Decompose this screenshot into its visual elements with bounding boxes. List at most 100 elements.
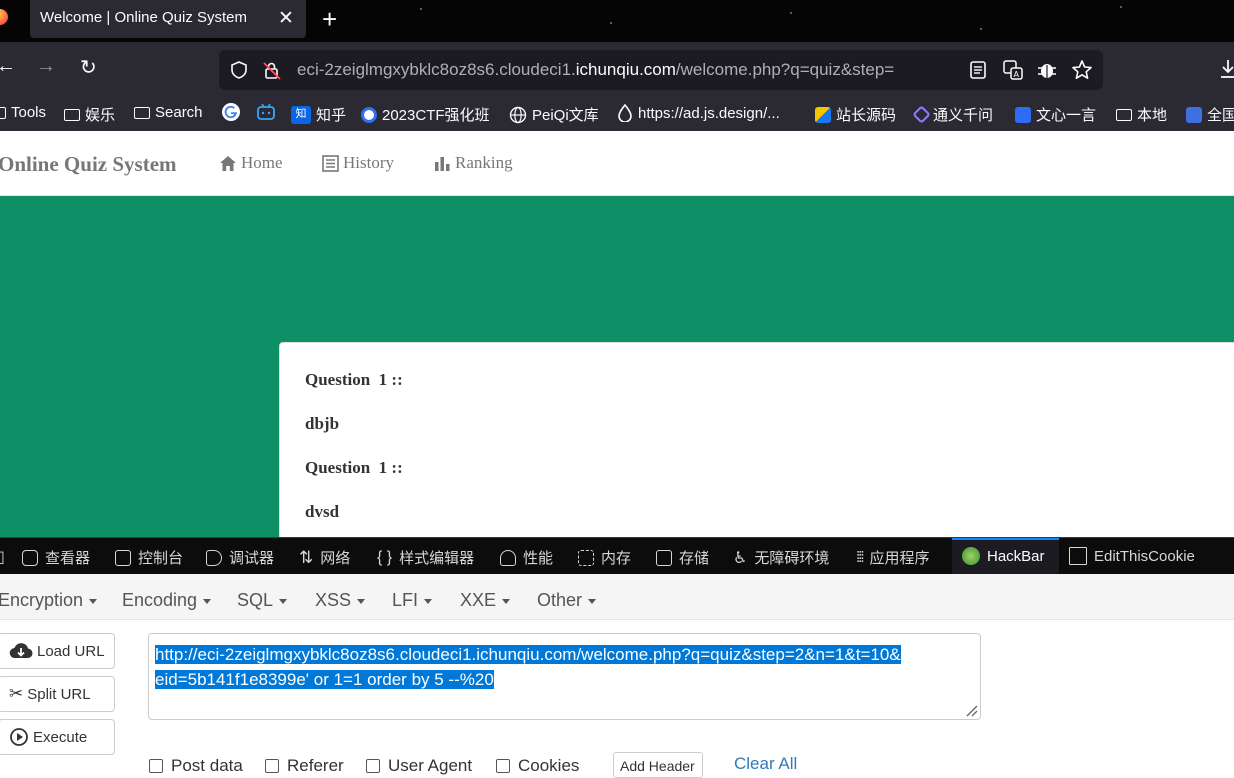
scissors-icon: ✂ (9, 684, 24, 703)
post-data-checkbox[interactable]: Post data (149, 756, 243, 776)
bookmarks-toolbar: Tools 娱乐 Search 知知乎 2023CTF强化班 PeiQi文库 h… (0, 94, 1234, 131)
accessibility-icon: ♿ (733, 549, 748, 567)
tab-title: Welcome | Online Quiz System (40, 9, 248, 26)
google-icon (222, 103, 240, 121)
bookmark-peiqi[interactable]: PeiQi文库 (509, 104, 599, 125)
menu-label: LFI (392, 590, 419, 610)
bookmark-quanguo[interactable]: 全国 (1186, 104, 1234, 125)
resize-handle-icon[interactable] (964, 703, 978, 717)
bookmark-google[interactable] (221, 102, 241, 122)
question-panel (279, 342, 1234, 552)
tab-memory[interactable]: 内存 (578, 547, 631, 568)
tab-network[interactable]: ⇅ 网络 (299, 547, 350, 568)
tab-label: 内存 (601, 550, 632, 567)
bug-icon[interactable] (1036, 59, 1058, 81)
list-icon (322, 154, 339, 172)
tongyi-icon (912, 105, 931, 124)
bookmark-tongyi[interactable]: 通义千问 (912, 104, 993, 125)
new-tab-icon[interactable]: + (322, 4, 337, 35)
caret-down-icon (502, 598, 511, 604)
question-text: dvsd (305, 502, 340, 521)
baidu-icon (361, 106, 377, 123)
bookmark-wenxin[interactable]: 文心一言 (1015, 104, 1096, 125)
devtools-toolbar: ▯ 查看器 控制台 调试器 ⇅ 网络 { } 样式编辑器 性能 内存 存储 ♿ 无障碍… (0, 537, 1234, 575)
cookie-icon (1069, 547, 1087, 565)
shield-icon[interactable] (230, 61, 248, 79)
tab-inspector[interactable]: 查看器 (22, 547, 90, 568)
nav-home[interactable]: Home (219, 153, 283, 173)
menu-encryption[interactable]: Encryption (0, 590, 98, 611)
checkbox-label: Post data (171, 756, 243, 775)
site-navbar: Online Quiz System Home History Ranking (0, 131, 1234, 196)
tab-hackbar[interactable]: HackBar (962, 547, 1045, 565)
pick-element-icon[interactable]: ▯ (0, 547, 5, 567)
reload-icon[interactable]: ↻ (80, 55, 97, 80)
url-domain: ichunqiu.com (575, 60, 676, 79)
menu-xxe[interactable]: XXE (460, 590, 511, 611)
site-brand[interactable]: Online Quiz System (0, 152, 177, 177)
download-icon[interactable] (1218, 58, 1234, 80)
bookmark-local[interactable]: 本地 (1116, 104, 1167, 125)
url-text[interactable]: eci-2zeiglmgxybklc8oz8s6.cloudeci1.ichun… (297, 60, 957, 80)
back-arrow-icon[interactable]: ← (0, 55, 16, 78)
tab-storage[interactable]: 存储 (656, 547, 709, 568)
add-header-button[interactable]: Add Header (613, 752, 703, 778)
nav-history[interactable]: History (322, 153, 394, 173)
bookmark-search[interactable]: Search (134, 104, 203, 121)
caret-down-icon (357, 598, 366, 604)
url-bar[interactable]: eci-2zeiglmgxybklc8oz8s6.cloudeci1.ichun… (219, 50, 1103, 90)
menu-xss[interactable]: XSS (315, 590, 366, 611)
url-line: http://eci-2zeiglmgxybklc8oz8s6.cloudeci… (155, 645, 901, 664)
menu-lfi[interactable]: LFI (392, 590, 433, 611)
tab-application[interactable]: ⁞⁞⁞ 应用程序 (856, 547, 930, 568)
site-icon (815, 106, 831, 123)
user-agent-checkbox[interactable]: User Agent (366, 756, 472, 776)
menu-label: XXE (460, 590, 497, 610)
clear-all-link[interactable]: Clear All (734, 754, 797, 774)
bookmark-2023ctf[interactable]: 2023CTF强化班 (361, 104, 490, 125)
bookmark-zhanzhang[interactable]: 站长源码 (815, 104, 896, 125)
load-url-button[interactable]: Load URL (0, 633, 115, 669)
tab-performance[interactable]: 性能 (500, 547, 553, 568)
network-icon: ⇅ (299, 547, 314, 567)
menu-sql[interactable]: SQL (237, 590, 288, 611)
bookmark-zhihu[interactable]: 知知乎 (291, 104, 346, 125)
nav-ranking[interactable]: Ranking (434, 153, 513, 173)
tab-accessibility[interactable]: ♿ 无障碍环境 (733, 547, 829, 568)
bookmark-ad-js-design[interactable]: https://ad.js.design/... (617, 104, 780, 122)
tab-editthiscookie[interactable]: EditThisCookie (1069, 547, 1195, 565)
checkbox-label: Cookies (518, 756, 580, 775)
tab-debugger[interactable]: 调试器 (206, 547, 274, 568)
caret-down-icon (203, 598, 212, 604)
caret-down-icon (89, 598, 98, 604)
tab-label: 样式编辑器 (399, 550, 475, 567)
execute-button[interactable]: Execute (0, 719, 115, 755)
reader-view-icon[interactable] (969, 60, 987, 80)
menu-other[interactable]: Other (537, 590, 597, 611)
insecure-lock-icon[interactable] (262, 61, 282, 81)
menu-encoding[interactable]: Encoding (122, 590, 212, 611)
home-icon (220, 155, 236, 171)
referer-checkbox[interactable]: Referer (265, 756, 344, 776)
bookmark-yule[interactable]: 娱乐 (64, 104, 115, 125)
bookmark-tools[interactable]: Tools (0, 104, 46, 121)
url-textarea[interactable]: http://eci-2zeiglmgxybklc8oz8s6.cloudeci… (148, 633, 981, 720)
split-url-button[interactable]: ✂ Split URL (0, 676, 115, 712)
storage-icon (656, 549, 672, 566)
tab-style-editor[interactable]: { } 样式编辑器 (377, 547, 474, 568)
bookmark-label: https://ad.js.design/... (638, 104, 780, 122)
url-prefix: eci-2zeiglmgxybklc8oz8s6.cloudeci1. (297, 60, 576, 79)
inspector-icon (22, 549, 38, 566)
question-text: dbjb (305, 414, 340, 433)
forward-arrow-icon[interactable]: → (36, 55, 56, 78)
close-tab-icon[interactable]: ✕ (278, 7, 294, 30)
tab-console[interactable]: 控制台 (115, 547, 183, 568)
cookies-checkbox[interactable]: Cookies (496, 756, 579, 776)
caret-down-icon (588, 598, 597, 604)
bookmark-bilibili[interactable] (256, 102, 276, 122)
translate-icon[interactable]: A (1002, 59, 1024, 81)
browser-tab-bar: Welcome | Online Quiz System ✕ + (0, 0, 1234, 42)
question-heading: Question 1 :: (305, 458, 403, 477)
bookmark-label: Tools (11, 104, 47, 121)
bookmark-star-icon[interactable] (1071, 59, 1093, 81)
